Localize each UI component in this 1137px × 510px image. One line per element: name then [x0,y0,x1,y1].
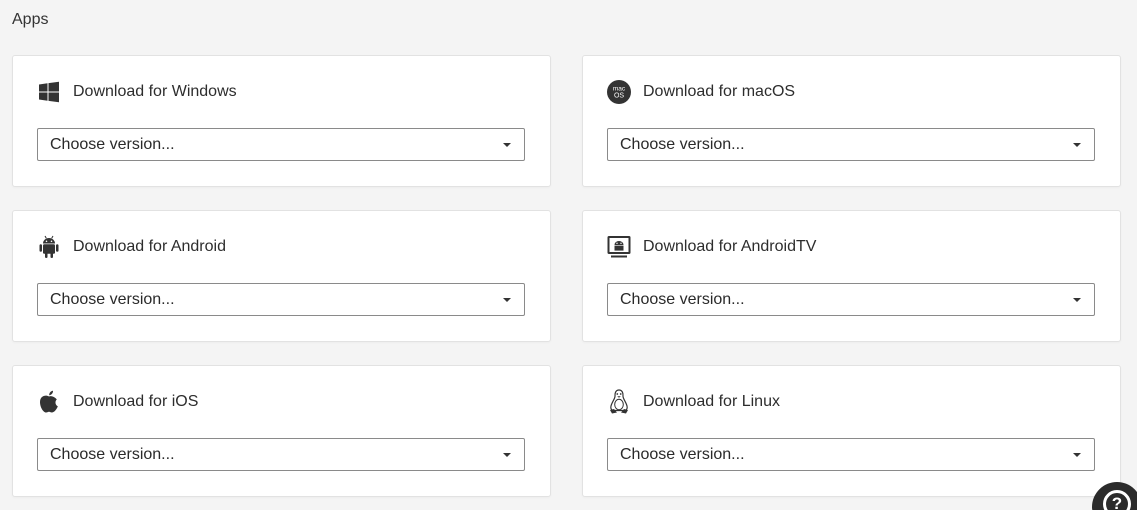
svg-text:mac: mac [613,86,626,93]
version-select-ios[interactable]: Choose version... [37,438,525,471]
android-icon [37,235,61,259]
android-tv-icon [607,235,631,259]
card-title-windows: Download for Windows [73,83,237,100]
select-value: Choose version... [620,445,745,463]
macos-icon: mac OS [607,80,631,104]
card-header: Download for Android [37,235,226,259]
card-title-linux: Download for Linux [643,393,780,410]
card-title-macos: Download for macOS [643,83,796,100]
version-select-androidtv[interactable]: Choose version... [607,283,1095,316]
card-android: Download for Android Choose version... [12,210,551,342]
linux-tux-icon [607,389,631,414]
version-select-linux[interactable]: Choose version... [607,438,1095,471]
card-title-ios: Download for iOS [73,393,199,410]
select-value: Choose version... [50,135,175,153]
card-androidtv: Download for AndroidTV Choose version... [582,210,1121,342]
select-value: Choose version... [50,290,175,308]
version-select-android[interactable]: Choose version... [37,283,525,316]
card-header: Download for iOS [37,390,198,414]
section-title: Apps [12,11,49,28]
chevron-down-icon [1073,143,1081,147]
card-header: Download for Windows [37,80,237,104]
apps-page: Apps Download for Windows Choose version… [0,0,1137,510]
card-title-androidtv: Download for AndroidTV [643,238,817,255]
card-header: mac OS Download for macOS [607,80,795,104]
select-value: Choose version... [50,445,175,463]
card-header: Download for AndroidTV [607,235,816,259]
chevron-down-icon [503,298,511,302]
windows-icon [37,80,61,104]
select-value: Choose version... [620,135,745,153]
card-linux: Download for Linux Choose version... [582,365,1121,497]
card-title-android: Download for Android [73,238,226,255]
chevron-down-icon [1073,298,1081,302]
version-select-windows[interactable]: Choose version... [37,128,525,161]
select-value: Choose version... [620,290,745,308]
card-macos: mac OS Download for macOS Choose version… [582,55,1121,187]
card-header: Download for Linux [607,389,780,414]
chevron-down-icon [1073,453,1081,457]
chevron-down-icon [503,453,511,457]
help-icon: ? [1103,490,1131,510]
svg-text:OS: OS [614,93,624,100]
version-select-macos[interactable]: Choose version... [607,128,1095,161]
card-windows: Download for Windows Choose version... [12,55,551,187]
chevron-down-icon [503,143,511,147]
card-ios: Download for iOS Choose version... [12,365,551,497]
apple-icon [37,390,61,414]
